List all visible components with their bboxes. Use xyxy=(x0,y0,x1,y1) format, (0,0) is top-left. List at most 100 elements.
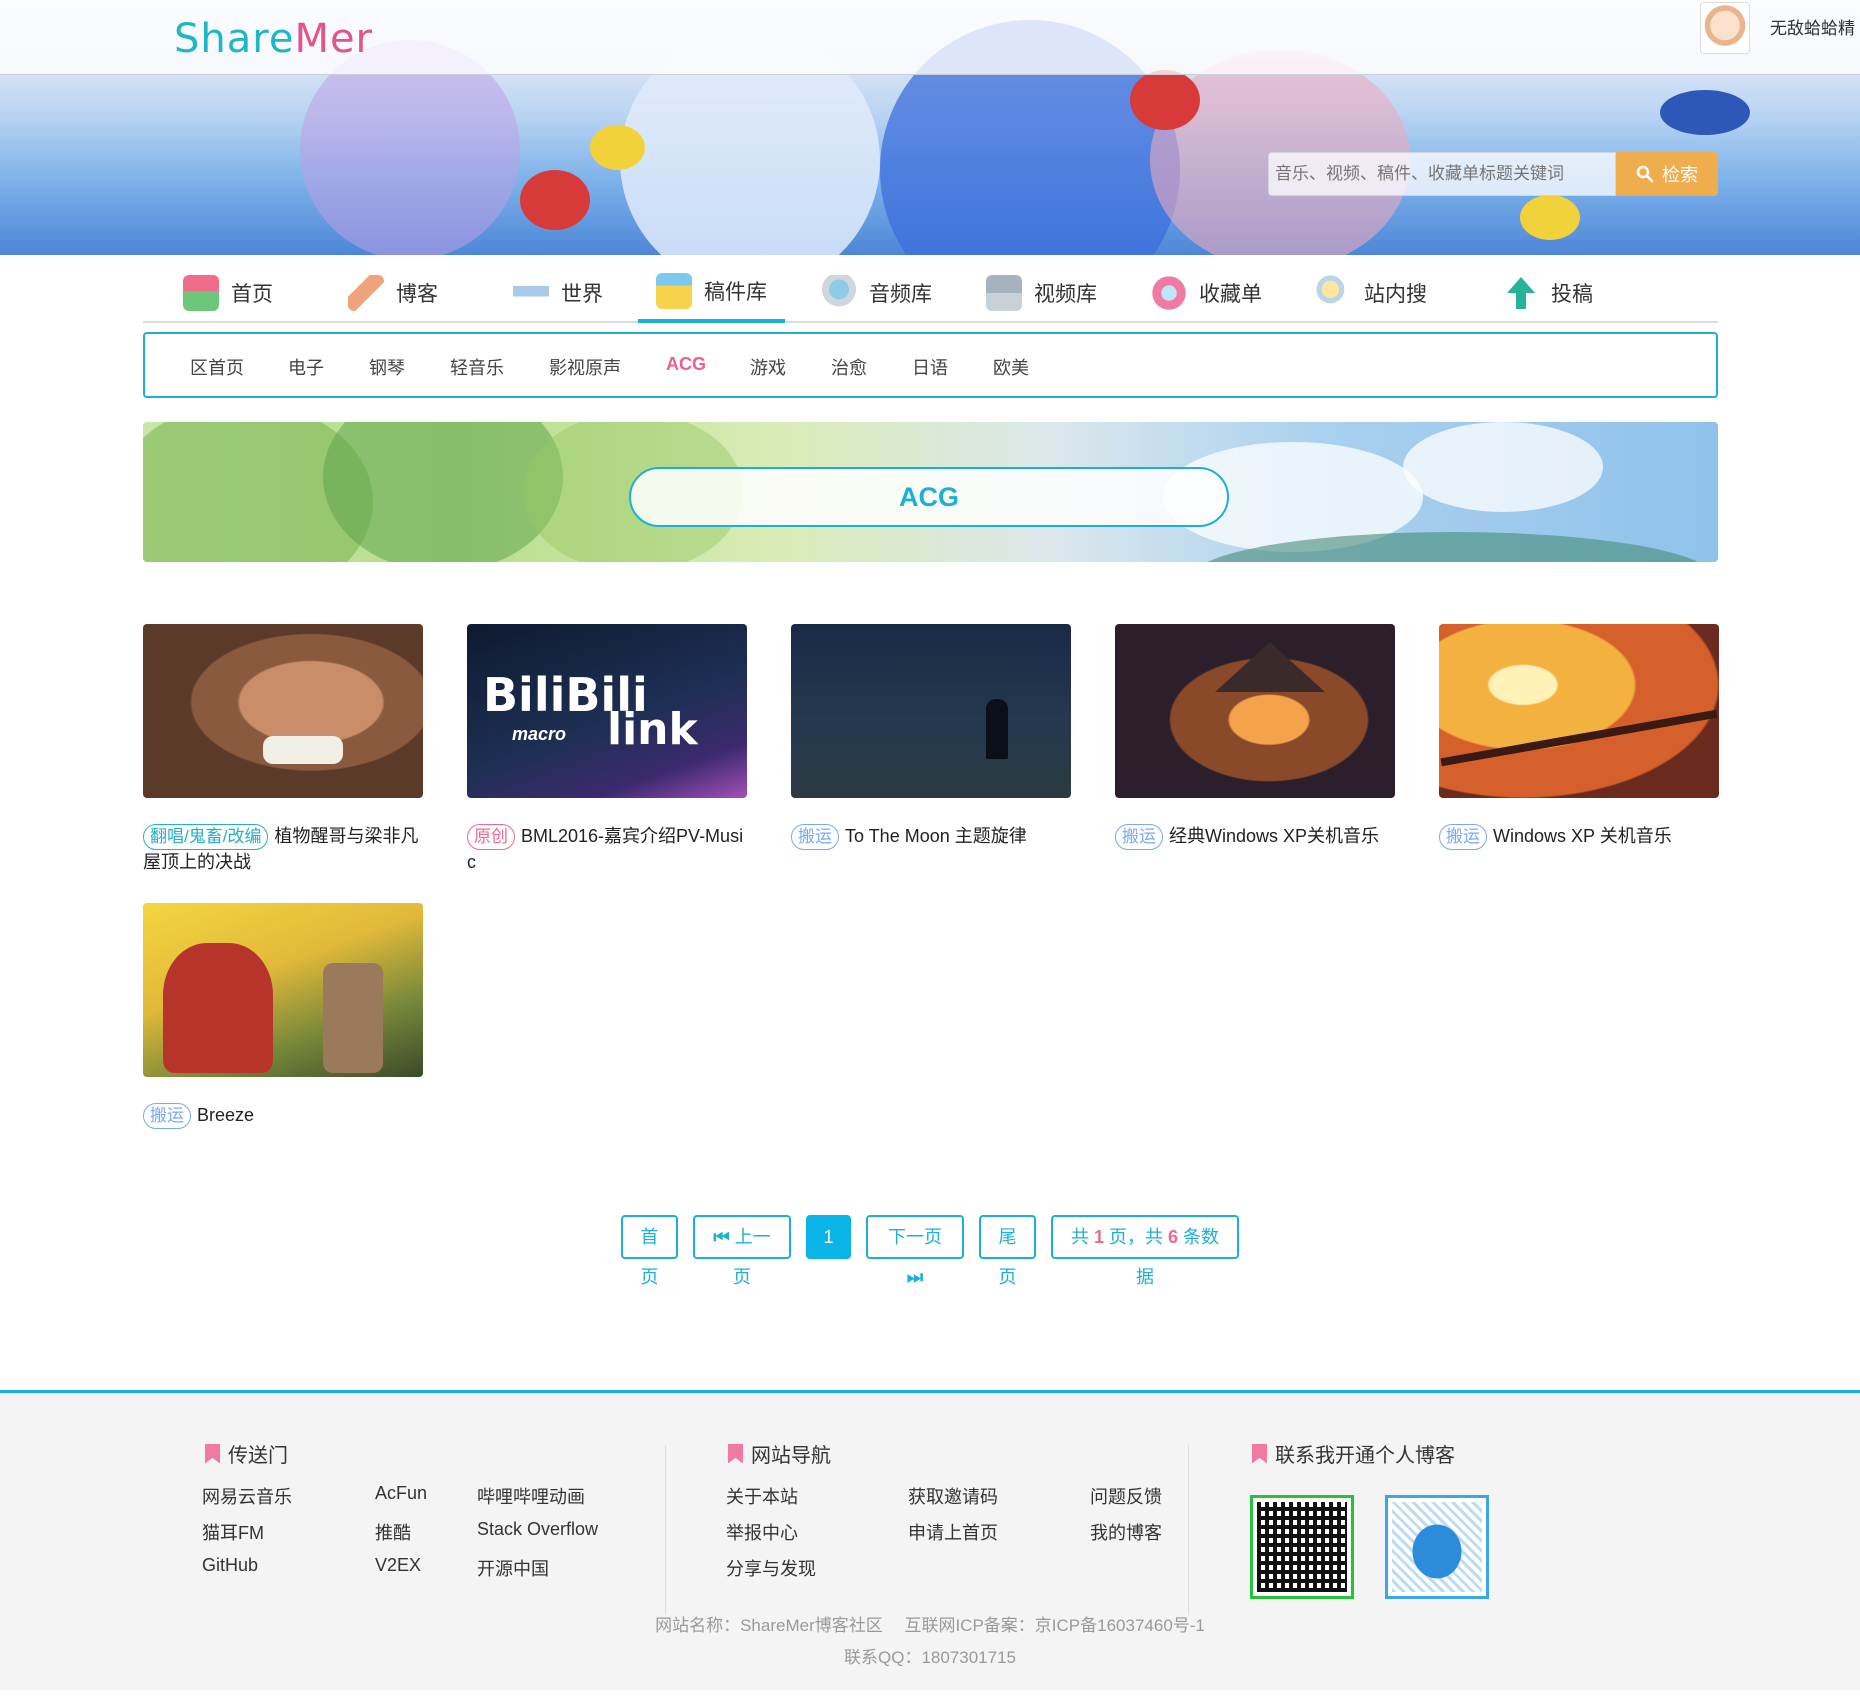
footer-link[interactable]: 问题反馈 xyxy=(1090,1483,1162,1509)
search-button[interactable]: 检索 xyxy=(1616,152,1718,196)
pagination-prev[interactable]: ⏮ 上一页 xyxy=(693,1215,791,1287)
footer-heading: 传送门 xyxy=(205,1439,288,1468)
nav-item-video[interactable]: 视频库 xyxy=(968,263,1115,323)
nav-item-submit[interactable]: 投稿 xyxy=(1485,263,1611,323)
qr-pattern xyxy=(1257,1502,1347,1592)
category-tag[interactable]: 搬运 xyxy=(1115,824,1163,850)
bookmark-icon xyxy=(205,1443,220,1464)
wechat-qr-code xyxy=(1250,1495,1354,1599)
banner-decoration xyxy=(1660,90,1750,135)
list-item[interactable]: 搬运 经典Windows XP关机音乐 xyxy=(1115,624,1395,850)
site-logo[interactable]: ShareMer xyxy=(174,16,373,62)
section-banner: ACG xyxy=(143,422,1718,562)
search-input[interactable] xyxy=(1268,152,1616,196)
card-title[interactable]: 搬运 经典Windows XP关机音乐 xyxy=(1115,824,1395,850)
card-title[interactable]: 搬运 Breeze xyxy=(143,1103,423,1129)
subnav-item-healing[interactable]: 治愈 xyxy=(831,354,867,380)
bookmark-icon xyxy=(1252,1443,1267,1464)
subnav-item-games[interactable]: 游戏 xyxy=(750,354,786,380)
header-banner: ShareMer 无敌蛤蛤精 检索 xyxy=(0,0,1860,255)
footer-link[interactable]: 关于本站 xyxy=(726,1483,798,1509)
pagination-first[interactable]: 首页 xyxy=(621,1215,678,1287)
user-avatar[interactable] xyxy=(1700,2,1750,54)
subnav-item-acg[interactable]: ACG xyxy=(666,354,706,375)
category-tag[interactable]: 翻唱/鬼畜/改编 xyxy=(143,824,269,850)
footer-link[interactable]: 分享与发现 xyxy=(726,1555,816,1581)
footer-link[interactable]: Stack Overflow xyxy=(477,1519,598,1540)
footer-heading: 网站导航 xyxy=(728,1439,831,1468)
category-tag[interactable]: 原创 xyxy=(467,824,515,850)
category-tag[interactable]: 搬运 xyxy=(791,824,839,850)
footer-link[interactable]: 申请上首页 xyxy=(908,1519,998,1545)
footer-link[interactable]: 猫耳FM xyxy=(202,1519,264,1545)
card-title[interactable]: 搬运 To The Moon 主题旋律 xyxy=(791,824,1071,850)
sub-nav: 区首页 电子 钢琴 轻音乐 影视原声 ACG 游戏 治愈 日语 欧美 xyxy=(143,332,1718,398)
banner-decoration xyxy=(1403,422,1603,512)
subnav-item-western[interactable]: 欧美 xyxy=(993,354,1029,380)
pagination-last[interactable]: 尾页 xyxy=(979,1215,1036,1287)
magnifier-icon xyxy=(1316,275,1352,311)
card-title[interactable]: 原创 BML2016-嘉宾介绍PV-Music xyxy=(467,824,747,875)
footer-link[interactable]: 我的博客 xyxy=(1090,1519,1162,1545)
nav-item-submissions[interactable]: 稿件库 xyxy=(638,263,785,323)
list-item[interactable]: 翻唱/鬼畜/改编 植物醒哥与梁非凡屋顶上的决战 xyxy=(143,624,423,875)
nav-item-home[interactable]: 首页 xyxy=(165,263,291,323)
footer-link[interactable]: 网易云音乐 xyxy=(202,1483,292,1509)
footer-link[interactable]: V2EX xyxy=(375,1555,421,1576)
footer-heading: 联系我开通个人博客 xyxy=(1252,1439,1455,1468)
up-arrow-icon xyxy=(1507,277,1535,309)
subnav-item-japanese[interactable]: 日语 xyxy=(912,354,948,380)
card-thumbnail[interactable] xyxy=(143,624,423,798)
list-item[interactable]: 搬运 Breeze xyxy=(143,903,423,1129)
banner-decoration xyxy=(520,170,590,230)
subnav-item-light-music[interactable]: 轻音乐 xyxy=(450,354,504,380)
pagination-next[interactable]: 下一页 ⏭ xyxy=(866,1215,964,1287)
card-thumbnail[interactable] xyxy=(1115,624,1395,798)
nav-item-site-search[interactable]: 站内搜 xyxy=(1298,263,1445,323)
thumbnail-decoration xyxy=(986,699,1008,759)
card-thumbnail[interactable]: BiliBili macro link xyxy=(467,624,747,798)
card-thumbnail[interactable] xyxy=(791,624,1071,798)
category-tag[interactable]: 搬运 xyxy=(143,1103,191,1129)
footer-link[interactable]: 举报中心 xyxy=(726,1519,798,1545)
footer: 传送门 网易云音乐 AcFun 哔哩哔哩动画 猫耳FM 推酷 Stack Ove… xyxy=(0,1390,1860,1690)
card-title[interactable]: 翻唱/鬼畜/改编 植物醒哥与梁非凡屋顶上的决战 xyxy=(143,824,423,875)
thumbnail-decoration xyxy=(1440,709,1718,767)
pagination-page[interactable]: 1 xyxy=(806,1215,851,1259)
airplane-icon xyxy=(513,275,549,311)
nav-item-blog[interactable]: 博客 xyxy=(330,263,456,323)
footer-link[interactable]: 哔哩哔哩动画 xyxy=(477,1483,585,1509)
footer-link[interactable]: 推酷 xyxy=(375,1519,411,1545)
heart-icon xyxy=(1151,275,1187,311)
card-thumbnail[interactable] xyxy=(143,903,423,1077)
pagination-summary: 共 1 页，共 6 条数据 xyxy=(1051,1215,1239,1287)
banner-decoration xyxy=(1520,195,1580,240)
site-info: 网站名称：ShareMer博客社区 互联网ICP备案：京ICP备16037460… xyxy=(655,1616,1205,1635)
thumbnail-decoration xyxy=(323,963,383,1073)
list-item[interactable]: 搬运 Windows XP 关机音乐 xyxy=(1439,624,1719,850)
subnav-item-piano[interactable]: 钢琴 xyxy=(369,354,405,380)
footer-link[interactable]: GitHub xyxy=(202,1555,258,1576)
footer-link[interactable]: AcFun xyxy=(375,1483,427,1504)
thumbnail-text: link xyxy=(607,704,698,755)
nav-item-collections[interactable]: 收藏单 xyxy=(1133,263,1280,323)
card-thumbnail[interactable] xyxy=(1439,624,1719,798)
subnav-item-zone-home[interactable]: 区首页 xyxy=(190,354,244,380)
card-title[interactable]: 搬运 Windows XP 关机音乐 xyxy=(1439,824,1719,850)
nav-item-world[interactable]: 世界 xyxy=(495,263,621,323)
list-item[interactable]: 搬运 To The Moon 主题旋律 xyxy=(791,624,1071,850)
nav-item-audio[interactable]: 音频库 xyxy=(803,263,950,323)
camera-icon xyxy=(986,275,1022,311)
list-item[interactable]: BiliBili macro link 原创 BML2016-嘉宾介绍PV-Mus… xyxy=(467,624,747,875)
subnav-item-electronic[interactable]: 电子 xyxy=(288,354,324,380)
thumbnail-text: macro xyxy=(512,724,567,744)
user-name[interactable]: 无敌蛤蛤精 xyxy=(1770,14,1855,39)
thumbnail-decoration xyxy=(263,736,343,764)
banner-decoration xyxy=(590,125,645,170)
subnav-item-soundtrack[interactable]: 影视原声 xyxy=(549,354,621,380)
banner-decoration xyxy=(1130,70,1200,130)
footer-link[interactable]: 开源中国 xyxy=(477,1555,549,1581)
category-tag[interactable]: 搬运 xyxy=(1439,824,1487,850)
section-title: ACG xyxy=(629,467,1229,527)
footer-link[interactable]: 获取邀请码 xyxy=(908,1483,998,1509)
